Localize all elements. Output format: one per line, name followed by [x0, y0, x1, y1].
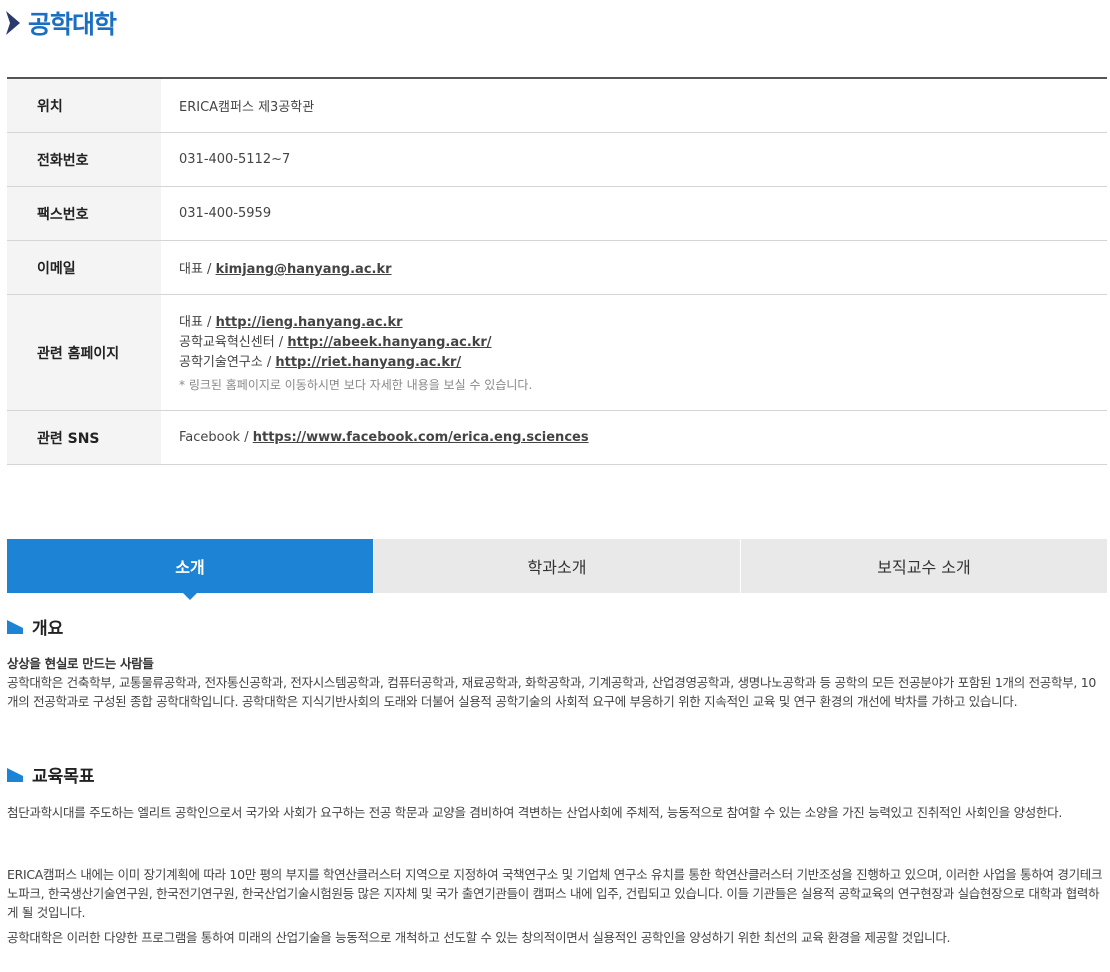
location-value: ERICA캠퍼스 제3공학관 [161, 78, 1107, 133]
overview-title: 개요 [32, 619, 64, 639]
homepage-link-abeek[interactable]: http://abeek.hanyang.ac.kr/ [287, 335, 491, 350]
goals-paragraph-1: 첨단과학시대를 주도하는 엘리트 공학인으로서 국가와 사회가 요구하는 전공 … [7, 805, 1063, 820]
homepage-link-riet[interactable]: http://riet.hanyang.ac.kr/ [275, 355, 461, 370]
tab-label: 학과소개 [527, 558, 587, 577]
phone-label: 전화번호 [7, 132, 161, 187]
goals-title: 교육목표 [32, 767, 95, 787]
fax-label: 팩스번호 [7, 186, 161, 241]
sns-label: 관련 SNS [7, 410, 161, 465]
active-tab-pointer [183, 593, 197, 600]
info-row-location: 위치 ERICA캠퍼스 제3공학관 [7, 78, 1107, 133]
homepage-label: 관련 홈페이지 [7, 294, 161, 411]
email-prefix: 대표 / [179, 262, 216, 277]
location-label: 위치 [7, 78, 161, 133]
phone-value: 031-400-5112~7 [161, 132, 1107, 187]
homepage-prefix: 대표 / [179, 314, 216, 330]
fax-value: 031-400-5959 [161, 186, 1107, 241]
homepage-note: * 링크된 홈페이지로 이동하시면 보다 자세한 내용을 보실 수 있습니다. [179, 377, 533, 392]
homepage-prefix: 공학교육혁신센터 / [179, 334, 288, 350]
tab-label: 보직교수 소개 [877, 558, 971, 577]
sns-prefix: Facebook / [179, 430, 253, 445]
sns-cell: Facebook / https://www.facebook.com/eric… [161, 410, 1107, 465]
info-row-fax: 팩스번호 031-400-5959 [7, 186, 1107, 241]
page-header: 공학대학 [6, 6, 117, 40]
homepage-item: 공학교육혁신센터 / http://abeek.hanyang.ac.kr/ [179, 333, 1107, 353]
tab-departments[interactable]: 학과소개 [373, 539, 740, 593]
info-row-sns: 관련 SNS Facebook / https://www.facebook.c… [7, 410, 1107, 465]
tab-label: 소개 [175, 558, 205, 577]
email-cell: 대표 / kimjang@hanyang.ac.kr [161, 240, 1107, 295]
email-link[interactable]: kimjang@hanyang.ac.kr [216, 262, 392, 277]
goals-heading: 교육목표 [7, 762, 95, 787]
homepage-item: 대표 / http://ieng.hanyang.ac.kr [179, 313, 1107, 333]
homepage-link-main[interactable]: http://ieng.hanyang.ac.kr [216, 315, 403, 330]
section-marker-icon [7, 767, 23, 782]
info-table: 위치 ERICA캠퍼스 제3공학관 전화번호 031-400-5112~7 팩스… [7, 77, 1107, 465]
tab-bar: 소개 학과소개 보직교수 소개 [7, 539, 1107, 600]
tab-intro[interactable]: 소개 [7, 539, 373, 600]
homepage-cell: 대표 / http://ieng.hanyang.ac.kr 공학교육혁신센터 … [161, 294, 1107, 411]
section-marker-icon [7, 619, 23, 634]
homepage-item: 공학기술연구소 / http://riet.hanyang.ac.kr/ [179, 353, 1107, 373]
page-title: 공학대학 [28, 10, 117, 39]
chevron-right-icon [6, 11, 20, 35]
overview-text: 공학대학은 건축학부, 교통물류공학과, 전자통신공학과, 전자시스템공학과, … [7, 675, 1097, 709]
info-row-email: 이메일 대표 / kimjang@hanyang.ac.kr [7, 240, 1107, 295]
homepage-prefix: 공학기술연구소 / [179, 354, 276, 370]
goals-paragraph-3: 공학대학은 이러한 다양한 프로그램을 통하여 미래의 산업기술을 능동적으로 … [7, 930, 951, 945]
tab-professors[interactable]: 보직교수 소개 [740, 539, 1107, 593]
info-row-phone: 전화번호 031-400-5112~7 [7, 132, 1107, 187]
email-label: 이메일 [7, 240, 161, 295]
overview-subtitle: 상상을 현실로 만드는 사람들 [7, 656, 154, 671]
facebook-link[interactable]: https://www.facebook.com/erica.eng.scien… [253, 430, 589, 445]
info-row-homepage: 관련 홈페이지 대표 / http://ieng.hanyang.ac.kr 공… [7, 294, 1107, 411]
overview-heading: 개요 [7, 614, 63, 639]
goals-paragraph-2: ERICA캠퍼스 내에는 이미 장기계획에 따라 10만 평의 부지를 학연산클… [7, 867, 1103, 920]
overview-body: 상상을 현실로 만드는 사람들 공학대학은 건축학부, 교통물류공학과, 전자통… [7, 654, 1105, 711]
